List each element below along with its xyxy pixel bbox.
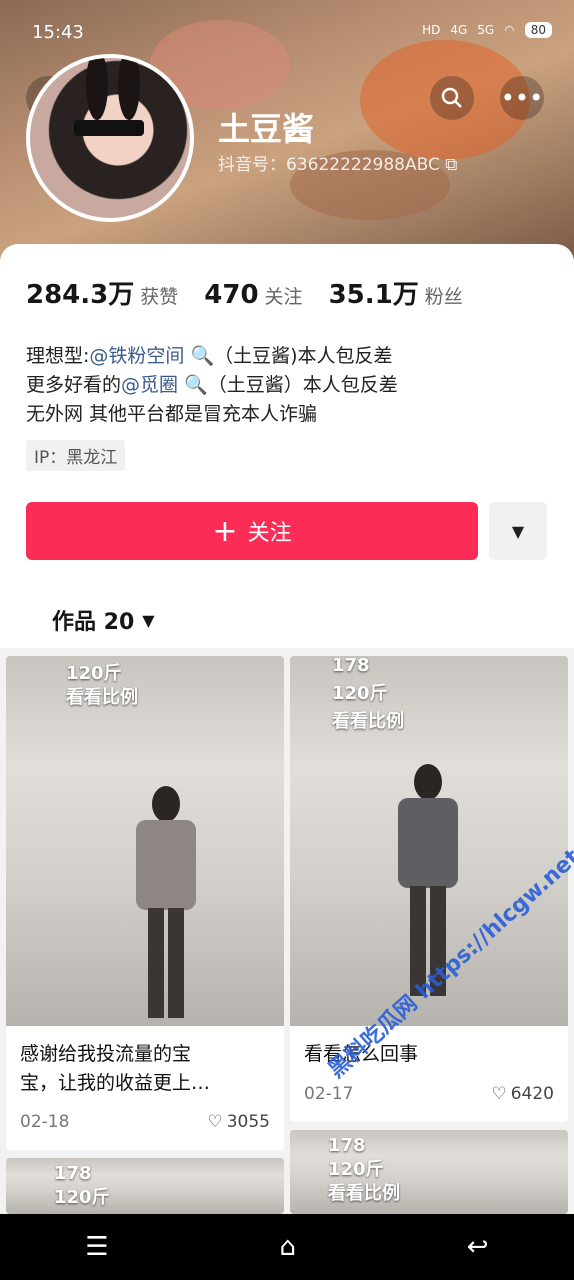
stat-likes[interactable]: 284.3万 获赞 <box>26 274 178 311</box>
stat-likes-label: 获赞 <box>140 286 179 308</box>
bio-text: 理想型: <box>26 345 90 367</box>
video-title: 感谢给我投流量的宝 宝，让我的收益更上… <box>20 1040 210 1098</box>
bio-line-1: 理想型:@铁粉空间 🔍（土豆酱)本人包反差 <box>26 342 398 371</box>
bio: 理想型:@铁粉空间 🔍（土豆酱)本人包反差 更多好看的@觅圈 🔍（土豆酱）本人包… <box>26 342 398 429</box>
video-date: 02-18 <box>20 1112 70 1132</box>
video-thumbnail: 120斤 看看比例 <box>6 656 284 1026</box>
follow-button[interactable]: + 关注 <box>26 502 478 560</box>
chevron-down-icon: ▼ <box>142 610 155 630</box>
hd-indicator: HD <box>422 23 441 37</box>
video-title-line: 宝，让我的收益更上… <box>20 1072 211 1094</box>
status-bar: 15:43 HD 4G 5G ◠ 80 <box>0 0 574 64</box>
stat-followers-num: 35.1万 <box>328 280 419 310</box>
overlay-weight: 120斤 <box>328 1159 384 1180</box>
person-figure <box>136 786 196 1018</box>
stat-followers[interactable]: 35.1万 粉丝 <box>329 274 463 311</box>
bio-mention-link[interactable]: @铁粉空间 <box>89 345 184 367</box>
tab-works-label: 作品 20 <box>52 610 135 635</box>
status-icons: HD 4G 5G ◠ 80 <box>422 22 552 38</box>
avatar[interactable] <box>26 54 194 222</box>
video-card[interactable]: 178 120斤 <box>6 1158 284 1214</box>
overlay-weight: 120斤 <box>332 683 388 704</box>
battery-indicator: 80 <box>524 22 552 38</box>
thumbnail-overlay-text: 178 120斤 看看比例 <box>332 656 404 736</box>
stat-likes-num: 284.3万 <box>26 280 135 310</box>
overlay-caption: 看看比例 <box>66 687 138 708</box>
overlay-caption: 看看比例 <box>332 711 404 732</box>
bio-mention-link[interactable]: @觅圈 <box>121 374 178 396</box>
like-count: ♡ 3055 <box>207 1112 270 1132</box>
video-meta: 02-18 ♡ 3055 <box>20 1112 270 1132</box>
blindfold <box>74 120 144 136</box>
bunny-ear-left <box>86 58 108 120</box>
stat-followers-label: 粉丝 <box>424 286 463 308</box>
bio-text: （土豆酱)本人包反差 <box>214 345 393 367</box>
stat-following-num: 470 <box>204 280 259 310</box>
ip-location-badge: IP：黑龙江 <box>26 440 126 471</box>
thumbnail-overlay-text: 178 120斤 看看比例 <box>328 1134 400 1206</box>
like-count: ♡ 6420 <box>491 1084 554 1104</box>
dropdown-icon[interactable]: ▼ <box>489 502 547 560</box>
search-icon[interactable] <box>430 76 474 120</box>
wifi-icon: ◠ <box>504 23 515 37</box>
like-number: 3055 <box>226 1112 270 1132</box>
bio-text: （土豆酱）本人包反差 <box>207 374 398 396</box>
follow-label: 关注 <box>247 521 292 546</box>
status-time: 15:43 <box>32 22 84 43</box>
home-icon[interactable]: ⌂ <box>279 1232 296 1262</box>
overlay-weight: 120斤 <box>54 1187 110 1208</box>
back-nav-icon[interactable]: ↩ <box>467 1232 489 1262</box>
plus-icon: + <box>212 513 238 549</box>
video-title-line: 感谢给我投流量的宝 <box>20 1043 192 1065</box>
video-date: 02-17 <box>304 1084 354 1104</box>
heart-icon: ♡ <box>491 1084 507 1104</box>
signal-4g-icon: 4G <box>450 23 468 37</box>
overlay-weight: 120斤 <box>66 663 122 684</box>
handle-text: 抖音号：63622222988ABC <box>218 155 440 175</box>
overlay-height: 178 <box>328 1135 366 1156</box>
search-small-icon[interactable]: 🔍 <box>190 345 214 367</box>
profile-card: 284.3万 获赞 470 关注 35.1万 粉丝 理想型:@铁粉空间 🔍（土豆酱)本… <box>0 244 574 654</box>
more-icon[interactable]: ••• <box>500 76 544 120</box>
video-card[interactable]: 178 120斤 看看比例 <box>290 1130 568 1214</box>
overlay-height: 178 <box>54 1163 92 1184</box>
thumbnail-overlay-text: 120斤 看看比例 <box>66 662 138 710</box>
system-nav-bar: ☰ ⌂ ↩ <box>0 1214 574 1280</box>
search-small-icon[interactable]: 🔍 <box>184 374 208 396</box>
profile-name: 土豆酱 <box>218 110 315 148</box>
stat-following[interactable]: 470 关注 <box>204 280 302 310</box>
bio-line-3: 无外网 其他平台都是冒充本人诈骗 <box>26 403 318 425</box>
tab-works[interactable]: 作品 20 ▼ <box>52 604 155 636</box>
heart-icon: ♡ <box>207 1112 223 1132</box>
bio-text: 更多好看的 <box>26 374 122 396</box>
copy-icon[interactable]: ⧉ <box>445 155 457 175</box>
stat-following-label: 关注 <box>264 286 303 308</box>
signal-5g-icon: 5G <box>477 23 495 37</box>
video-card[interactable]: 120斤 看看比例 感谢给我投流量的宝 宝，让我的收益更上… 02-18 ♡ 30… <box>6 656 284 1150</box>
thumbnail-overlay-text: 178 120斤 <box>54 1162 110 1210</box>
like-number: 6420 <box>510 1084 554 1104</box>
video-thumbnail: 178 120斤 <box>6 1158 284 1214</box>
stats-row: 284.3万 获赞 470 关注 35.1万 粉丝 <box>26 274 463 311</box>
overlay-height: 178 <box>332 656 370 676</box>
profile-handle: 抖音号：63622222988ABC ⧉ <box>218 150 457 175</box>
video-meta: 02-17 ♡ 6420 <box>304 1084 554 1104</box>
video-thumbnail: 178 120斤 看看比例 <box>290 1130 568 1214</box>
menu-icon[interactable]: ☰ <box>85 1232 108 1262</box>
overlay-caption: 看看比例 <box>328 1183 400 1204</box>
bio-line-2: 更多好看的@觅圈 🔍（土豆酱）本人包反差 <box>26 371 398 400</box>
bunny-ear-right <box>118 58 140 120</box>
